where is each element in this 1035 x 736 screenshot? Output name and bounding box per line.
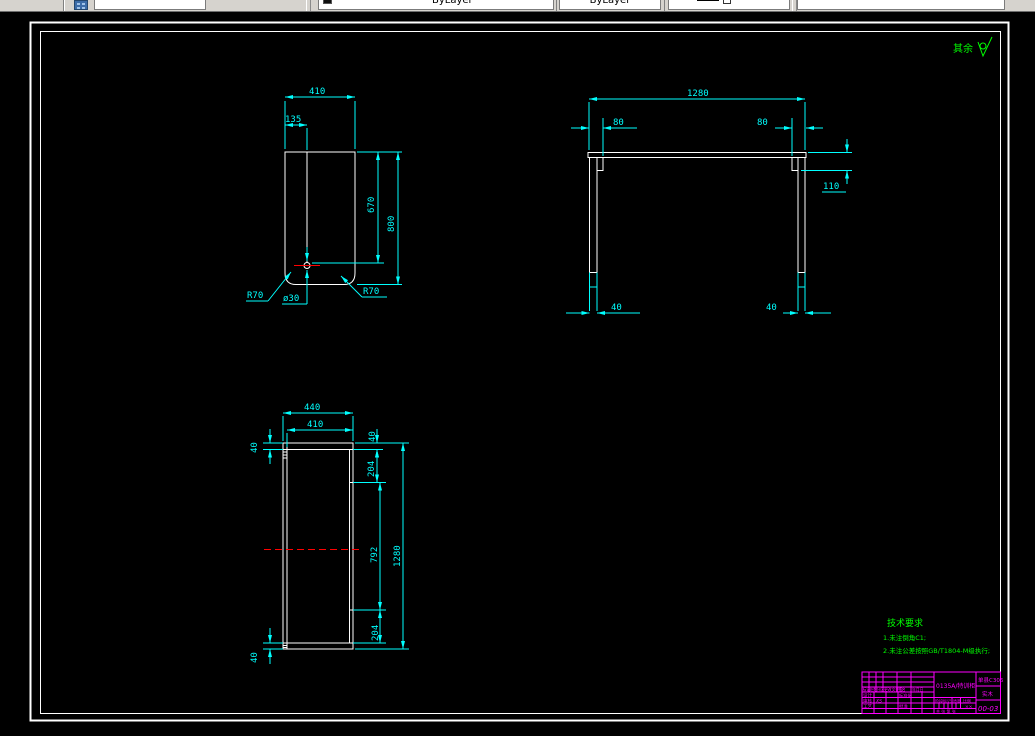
plan-dim-lines: [263, 411, 409, 664]
toolbar-grip[interactable]: [306, 0, 311, 11]
dim-410: 410: [309, 87, 325, 97]
side-panel-view: 410 135 670 800 R70 R70 ø30: [246, 87, 402, 305]
plan-view: 440 410 40 40 204 792 204 40 1280: [250, 403, 409, 664]
dim-r70-left: R70: [247, 291, 263, 301]
label-audit: 审核: [863, 697, 872, 704]
scale-value: ××: [965, 704, 973, 710]
dim-440: 440: [304, 403, 320, 413]
dim-792: 792: [370, 547, 380, 563]
linetype-combo-value: ByLayer: [589, 0, 631, 6]
dim-410-plan: 410: [307, 420, 323, 430]
rev-header-sign: 签名: [898, 687, 906, 692]
linetype-combo[interactable]: ByLayer: [559, 0, 661, 10]
lineweight-combo[interactable]: [668, 0, 790, 10]
layer-combo[interactable]: [94, 0, 206, 10]
title-product: 0135A/特训柜: [936, 682, 975, 690]
toolbar-separator: [664, 0, 665, 11]
surface-roughness-icon: [977, 36, 993, 58]
color-combo-value: ByLayer: [432, 0, 473, 6]
color-swatch-icon: [323, 0, 332, 4]
surface-finish-note: 其余: [953, 36, 993, 58]
side-panel-outline: [284, 151, 356, 285]
dim-80-left: 80: [613, 118, 624, 128]
dim-40-top-left: 40: [250, 442, 260, 453]
label-approve: 批准: [899, 703, 908, 710]
label-stage: 阶段标记: [935, 697, 951, 703]
properties-toolbar: ByLayer ByLayer: [0, 0, 1035, 12]
cad-application-window: 其余 410 135 670 800 R70 R70 ø30 1280 80 8…: [0, 0, 1035, 736]
dim-110: 110: [823, 182, 839, 192]
cad-canvas: 其余 410 135 670 800 R70 R70 ø30 1280 80 8…: [29, 21, 1010, 722]
toolbar-separator: [556, 0, 557, 11]
dim-40-foot-left: 40: [611, 303, 622, 313]
lineweight-box-icon: [723, 0, 731, 4]
sheet-count: 共 张 第 张: [936, 708, 956, 714]
title-code: 单县C306: [978, 676, 1004, 684]
dim-204-bottom: 204: [371, 625, 381, 641]
title-block: 0135A/特训柜 单县C306 实木 00-03 标记 处数 分区 更改文件号…: [861, 671, 1004, 714]
dim-hole: ø30: [283, 294, 299, 304]
signature-text: XS: [875, 698, 882, 704]
dim-204-top: 204: [367, 461, 377, 477]
label-standardization: 标准化: [899, 692, 912, 699]
front-view: 1280 80 80 110 40 40: [566, 89, 852, 315]
tech-line-1: 1.未注倒角C1;: [883, 633, 926, 642]
dim-1280-plan: 1280: [393, 545, 403, 567]
tech-title: 技术要求: [887, 617, 923, 629]
dim-40-foot-right: 40: [766, 303, 777, 313]
title-drawing-no: 00-03: [978, 705, 998, 713]
title-material: 实木: [982, 690, 994, 698]
color-combo[interactable]: ByLayer: [318, 0, 554, 10]
label-scale: 比例: [963, 697, 971, 703]
toolbar-separator-highlight: [64, 0, 65, 11]
dim-1280-front: 1280: [687, 89, 709, 99]
front-outline: [587, 152, 807, 273]
dim-135: 135: [285, 115, 301, 125]
front-dim-lines: [566, 97, 852, 315]
rev-header-date: 年月日: [912, 687, 924, 692]
plot-style-combo[interactable]: [797, 0, 1005, 10]
tech-requirements: 技术要求 1.未注倒角C1; 2.未注公差按照GB/T1804-M级执行;: [883, 617, 990, 655]
lineweight-preview-icon: [697, 0, 719, 1]
tech-line-2: 2.未注公差按照GB/T1804-M级执行;: [883, 646, 990, 655]
plan-outline: [282, 442, 354, 650]
dim-80-right: 80: [757, 118, 768, 128]
layers-icon[interactable]: [74, 0, 88, 10]
sheet-frame: [29, 21, 1010, 722]
dim-r70-right: R70: [363, 287, 379, 297]
dim-800: 800: [387, 216, 397, 232]
label-weight: 质量: [953, 697, 961, 703]
side-panel-dim-lines: [246, 95, 402, 305]
surface-note-text: 其余: [953, 42, 973, 55]
label-design: 设计: [863, 692, 872, 699]
dim-40-bottom-left: 40: [250, 652, 260, 663]
label-process: 工艺: [863, 704, 872, 710]
dim-40-top-right: 40: [368, 431, 378, 442]
dim-670: 670: [367, 197, 377, 213]
